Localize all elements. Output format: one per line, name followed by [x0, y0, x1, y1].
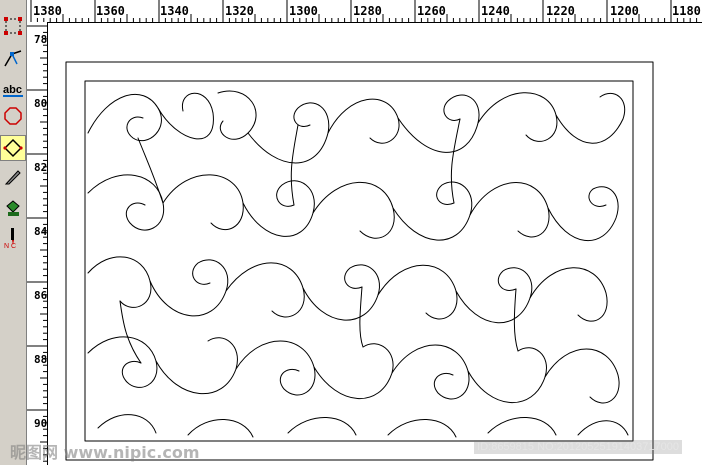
ruler-label: 900	[34, 417, 48, 430]
scroll-curve[interactable]	[97, 414, 157, 434]
ruler-label: 820	[34, 161, 48, 174]
knife-icon	[4, 170, 21, 185]
ruler-label: 1240	[481, 4, 510, 18]
scroll-curve[interactable]	[287, 417, 357, 436]
rotate-tool[interactable]	[0, 135, 26, 161]
drawing-canvas[interactable]	[48, 23, 702, 465]
vertical-ruler: 780 800 820 840 860 880 900	[27, 22, 48, 465]
ruler-label: 800	[34, 97, 48, 110]
scroll-curve[interactable]	[544, 348, 620, 404]
nc-tool[interactable]: N C	[1, 226, 25, 250]
node-edit-tool[interactable]	[1, 46, 25, 70]
scroll-curve[interactable]	[187, 419, 254, 438]
scroll-curve[interactable]	[387, 419, 457, 438]
tool-palette: abc N C	[0, 0, 27, 465]
scroll-curve[interactable]	[487, 417, 557, 436]
fill-tool[interactable]	[1, 196, 25, 220]
vine-stem[interactable]	[450, 118, 461, 204]
scroll-curve[interactable]	[87, 174, 165, 231]
scroll-curve[interactable]	[469, 182, 550, 238]
scroll-curve[interactable]	[247, 102, 330, 164]
ruler-label: 1380	[33, 4, 62, 18]
vertical-ruler-ticks	[27, 25, 47, 462]
nc-path-icon: N C	[4, 228, 16, 249]
scroll-curve[interactable]	[467, 347, 547, 403]
ruler-label: 1300	[289, 4, 318, 18]
scroll-curve[interactable]	[392, 181, 473, 241]
ruler-label: 880	[34, 353, 48, 366]
scroll-curve[interactable]	[529, 267, 608, 322]
select-frame-tool[interactable]	[1, 14, 25, 38]
text-tool-label: abc	[3, 84, 22, 96]
frame-select-icon	[4, 17, 22, 35]
scroll-curve[interactable]	[155, 337, 238, 394]
knife-tool[interactable]	[1, 165, 25, 189]
vine-stem[interactable]	[137, 137, 164, 204]
node-edit-icon	[4, 50, 22, 67]
scroll-curve[interactable]	[397, 94, 480, 153]
scroll-curve[interactable]	[157, 92, 214, 140]
scroll-curve[interactable]	[547, 186, 619, 242]
ruler-label: 840	[34, 225, 48, 238]
scroll-curve[interactable]	[455, 267, 533, 324]
scroll-curve[interactable]	[477, 92, 558, 142]
octagon-icon	[4, 107, 22, 125]
ruler-label: 1260	[417, 4, 446, 18]
horizontal-ruler: 1380 1360 1340 1320 1300 1280 1260 1240 …	[27, 0, 702, 23]
vine-stem[interactable]	[119, 300, 142, 364]
scroll-curve[interactable]	[313, 343, 394, 399]
ruler-label: 860	[34, 289, 48, 302]
ruler-label: 1280	[353, 4, 382, 18]
scroll-curve[interactable]	[302, 264, 380, 321]
vine-stem[interactable]	[513, 288, 519, 352]
scroll-curve[interactable]	[577, 420, 629, 436]
scroll-curve[interactable]	[327, 98, 400, 144]
ruler-label: 1220	[546, 4, 575, 18]
ruler-label: 1320	[225, 4, 254, 18]
scroll-curve[interactable]	[312, 181, 395, 239]
outer-frame[interactable]	[65, 61, 654, 461]
vine-stem[interactable]	[359, 286, 364, 348]
shape-tool[interactable]	[1, 104, 25, 128]
scroll-curve[interactable]	[242, 180, 315, 237]
scroll-curve[interactable]	[162, 174, 244, 231]
scroll-curve[interactable]	[391, 344, 470, 400]
ruler-label: 1360	[96, 4, 125, 18]
scroll-curve[interactable]	[555, 92, 626, 144]
scroll-curve[interactable]	[225, 262, 305, 318]
scroll-curve[interactable]	[87, 336, 158, 388]
scroll-curve[interactable]	[217, 90, 257, 140]
nc-tool-label: N C	[4, 243, 16, 249]
text-abc-icon: abc	[3, 84, 23, 97]
text-tool[interactable]: abc	[1, 78, 25, 102]
carved-panel-drawing[interactable]	[48, 23, 702, 465]
inner-panel[interactable]	[84, 80, 634, 442]
scroll-curve[interactable]	[87, 256, 152, 308]
scroll-curve[interactable]	[235, 340, 316, 396]
paint-bucket-icon	[6, 200, 20, 216]
vine-stem[interactable]	[290, 124, 299, 206]
scroll-curve[interactable]	[87, 93, 162, 142]
ruler-label: 1180	[672, 4, 701, 18]
diamond-rotate-icon	[3, 138, 23, 158]
ruler-label: 1340	[160, 4, 189, 18]
ruler-label: 1200	[610, 4, 639, 18]
scroll-curve[interactable]	[149, 259, 229, 317]
scroll-curve[interactable]	[377, 264, 458, 320]
ruler-label: 780	[34, 33, 48, 46]
